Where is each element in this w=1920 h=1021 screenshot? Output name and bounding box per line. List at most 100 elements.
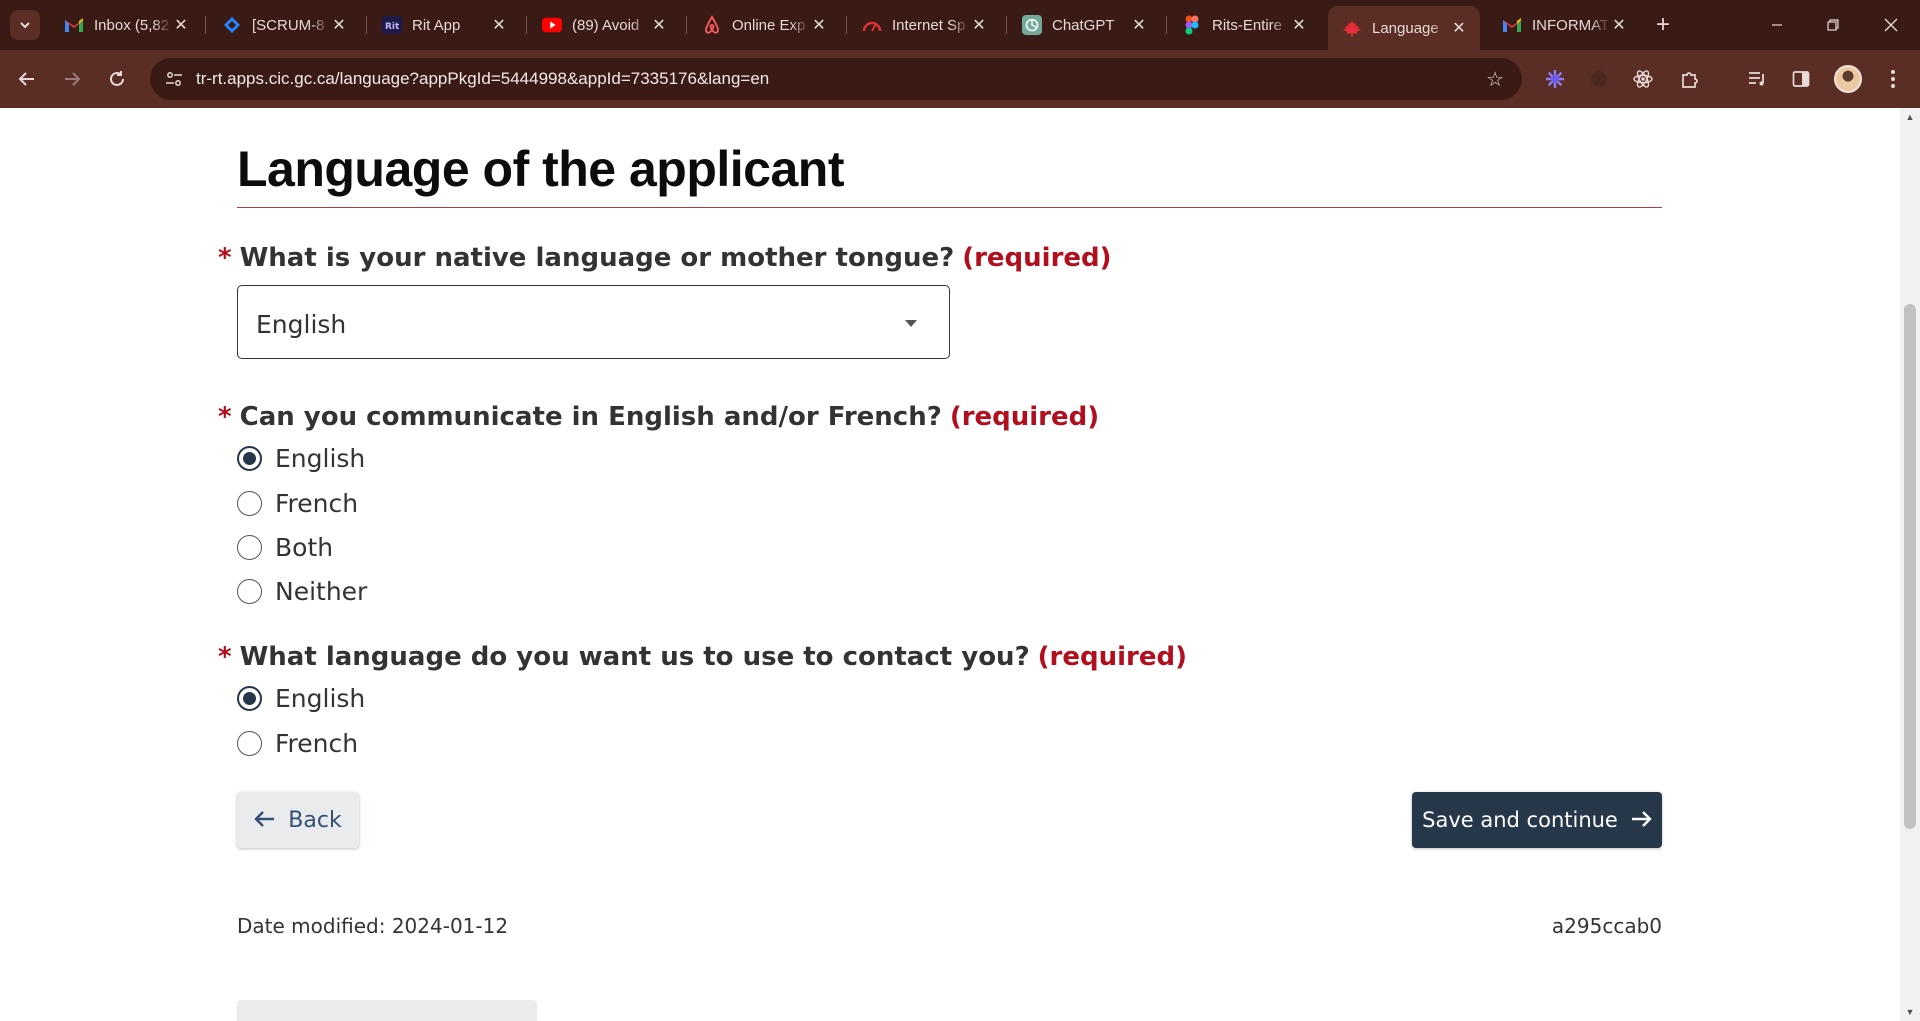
close-icon[interactable]: ✕ [810, 16, 828, 34]
question-label: What is your native language or mother t… [239, 243, 955, 273]
radio-label[interactable]: English [275, 684, 365, 713]
radio-button[interactable] [237, 578, 262, 604]
reload-button[interactable] [102, 64, 132, 94]
chevron-down-icon [20, 22, 30, 29]
native-language-select[interactable]: English [237, 285, 950, 359]
radio-label[interactable]: English [275, 444, 365, 473]
site-info-icon[interactable] [160, 65, 188, 93]
tab-title: ChatGPT [1052, 16, 1115, 34]
window-close-button[interactable] [1868, 0, 1914, 50]
side-panel-icon[interactable] [1786, 64, 1816, 94]
minimize-icon [1772, 24, 1782, 26]
close-icon[interactable]: ✕ [1610, 16, 1628, 34]
version-code: a295ccab0 [1551, 914, 1662, 938]
radio-label[interactable]: French [275, 489, 358, 518]
tab-title: Inbox (5,82 [94, 16, 170, 34]
radio-communicate-both[interactable]: Both [237, 531, 333, 563]
caret-down-icon [905, 320, 917, 327]
close-icon[interactable]: ✕ [490, 16, 508, 34]
react-devtools-icon[interactable] [1628, 64, 1658, 94]
radio-contact-english[interactable]: English [237, 682, 365, 714]
browser-tab-youtube[interactable]: (89) Avoid ✕ [528, 6, 680, 44]
radio-button[interactable] [237, 534, 262, 560]
tab-title: [SCRUM-8 [252, 16, 325, 34]
required-tag: (required) [962, 243, 1112, 273]
forward-nav-button[interactable] [57, 64, 87, 94]
extensions-puzzle-icon[interactable] [1675, 64, 1705, 94]
save-and-continue-button[interactable]: Save and continue [1412, 792, 1662, 848]
radio-button[interactable] [237, 490, 262, 516]
contact-language-question: * What language do you want us to use to … [218, 642, 1187, 672]
browser-tab-online-exp[interactable]: Online Exp ✕ [688, 6, 840, 44]
radio-label[interactable]: French [275, 729, 358, 758]
extension-sparkle-icon[interactable] [1540, 64, 1570, 94]
reload-icon [110, 71, 124, 86]
restore-button[interactable] [1810, 0, 1856, 50]
browser-tab-scrum[interactable]: [SCRUM-8 ✕ [208, 6, 360, 44]
browser-tab-rits-entire[interactable]: Rits-Entire ✕ [1168, 6, 1320, 44]
close-icon [1884, 18, 1898, 32]
required-asterisk: * [218, 402, 232, 432]
close-icon[interactable]: ✕ [1450, 19, 1468, 37]
tab-separator [846, 16, 847, 34]
radio-communicate-english[interactable]: English [237, 442, 365, 474]
back-nav-button[interactable] [12, 64, 42, 94]
date-modified: Date modified: 2024-01-12 [237, 914, 509, 938]
title-divider [237, 207, 1662, 208]
close-icon[interactable]: ✕ [172, 16, 190, 34]
radio-button[interactable] [237, 730, 262, 756]
tab-separator [686, 16, 687, 34]
address-bar[interactable]: tr-rt.apps.cic.gc.ca/language?appPkgId=5… [150, 58, 1522, 100]
close-icon[interactable]: ✕ [1290, 16, 1308, 34]
radio-button-checked[interactable] [237, 685, 262, 711]
close-icon[interactable]: ✕ [330, 16, 348, 34]
tab-title: Internet Sp [892, 16, 966, 34]
youtube-icon [542, 15, 562, 35]
radio-button-checked[interactable] [237, 445, 262, 471]
radio-label[interactable]: Both [275, 533, 333, 562]
browser-menu-icon[interactable] [1878, 64, 1908, 94]
browser-tab-language-active[interactable]: Language ✕ [1328, 6, 1480, 50]
browser-tab-internet-speed[interactable]: Internet Sp ✕ [848, 6, 1000, 44]
close-icon[interactable]: ✕ [970, 16, 988, 34]
jira-icon [222, 15, 242, 35]
bookmark-star-icon[interactable]: ☆ [1486, 67, 1504, 92]
report-problem-button[interactable] [237, 1000, 537, 1021]
communicate-language-question: * Can you communicate in English and/or F… [218, 402, 1099, 432]
tab-title: (89) Avoid [572, 16, 640, 34]
radio-contact-french[interactable]: French [237, 727, 358, 759]
media-controls-icon[interactable] [1742, 64, 1772, 94]
tab-search-button[interactable] [10, 10, 40, 40]
url-text[interactable]: tr-rt.apps.cic.gc.ca/language?appPkgId=5… [196, 69, 769, 89]
scrollbar-thumb[interactable] [1904, 304, 1916, 829]
profile-avatar[interactable] [1834, 65, 1862, 93]
tab-title: INFORMAT [1532, 16, 1610, 34]
back-button[interactable]: Back [237, 792, 359, 848]
browser-tab-informat[interactable]: INFORMAT ✕ [1488, 6, 1640, 44]
page-scrollbar[interactable]: ▲ ▼ [1900, 108, 1920, 1021]
required-tag: (required) [1037, 642, 1187, 672]
arrow-left-icon [18, 72, 34, 86]
radio-communicate-french[interactable]: French [237, 487, 358, 519]
extension-dark-icon[interactable] [1584, 64, 1614, 94]
close-icon[interactable]: ✕ [650, 16, 668, 34]
back-button-label: Back [288, 807, 342, 833]
radio-communicate-neither[interactable]: Neither [237, 575, 367, 607]
restore-icon [1827, 19, 1839, 31]
scroll-up-arrow-icon[interactable]: ▲ [1905, 112, 1915, 122]
airbnb-icon [702, 15, 722, 35]
native-language-question: * What is your native language or mother … [218, 243, 1112, 273]
new-tab-button[interactable]: + [1648, 10, 1678, 40]
browser-tab-inbox[interactable]: Inbox (5,82 ✕ [50, 6, 202, 44]
close-icon[interactable]: ✕ [1130, 16, 1148, 34]
maple-leaf-icon [1342, 18, 1362, 38]
tab-separator [1166, 16, 1167, 34]
radio-label[interactable]: Neither [275, 577, 367, 606]
browser-tab-rit-app[interactable]: Rit Rit App ✕ [368, 6, 520, 44]
minimize-button[interactable] [1754, 0, 1800, 50]
gmail-icon [1502, 15, 1522, 35]
tab-strip: Inbox (5,82 ✕ [SCRUM-8 ✕ Rit Rit App ✕ (… [0, 0, 1920, 50]
svg-text:Rit: Rit [385, 22, 400, 32]
browser-tab-chatgpt[interactable]: ChatGPT ✕ [1008, 6, 1160, 44]
scroll-down-arrow-icon[interactable]: ▼ [1905, 1007, 1915, 1017]
